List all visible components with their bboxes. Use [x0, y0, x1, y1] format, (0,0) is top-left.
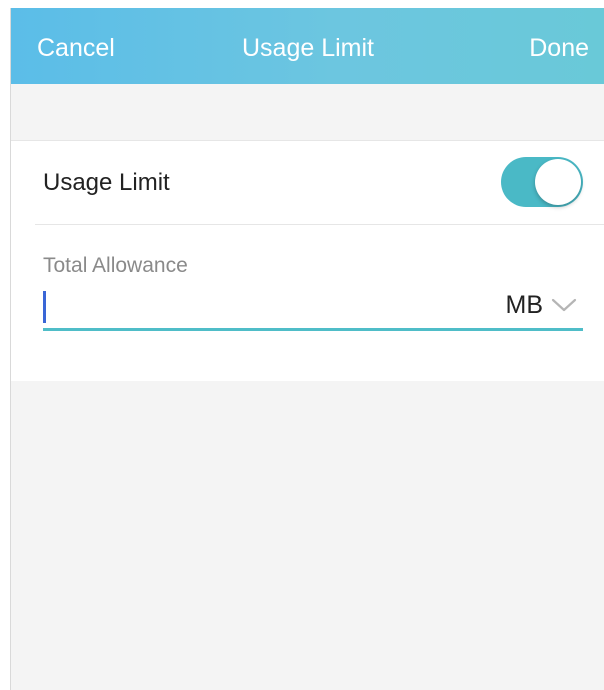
nav-bar: Cancel Usage Limit Done: [11, 8, 604, 84]
total-allowance-input[interactable]: [49, 289, 469, 325]
usage-limit-row: Usage Limit: [11, 141, 604, 224]
unit-value: MB: [505, 291, 544, 319]
total-allowance-field: MB: [43, 287, 583, 331]
usage-limit-toggle[interactable]: [501, 157, 583, 207]
unit-dropdown[interactable]: MB: [493, 287, 583, 327]
usage-limit-label: Usage Limit: [43, 169, 170, 196]
settings-card: Usage Limit Total Allowance MB: [11, 140, 604, 381]
text-caret: [43, 291, 46, 323]
done-button[interactable]: Done: [529, 8, 589, 84]
total-allowance-label: Total Allowance: [43, 254, 188, 277]
toggle-knob: [535, 159, 581, 205]
page-title: Usage Limit: [242, 34, 374, 62]
row-divider: [35, 224, 604, 225]
usage-limit-screen: Cancel Usage Limit Done Usage Limit Tota…: [10, 8, 604, 690]
chevron-down-icon: [551, 298, 577, 312]
